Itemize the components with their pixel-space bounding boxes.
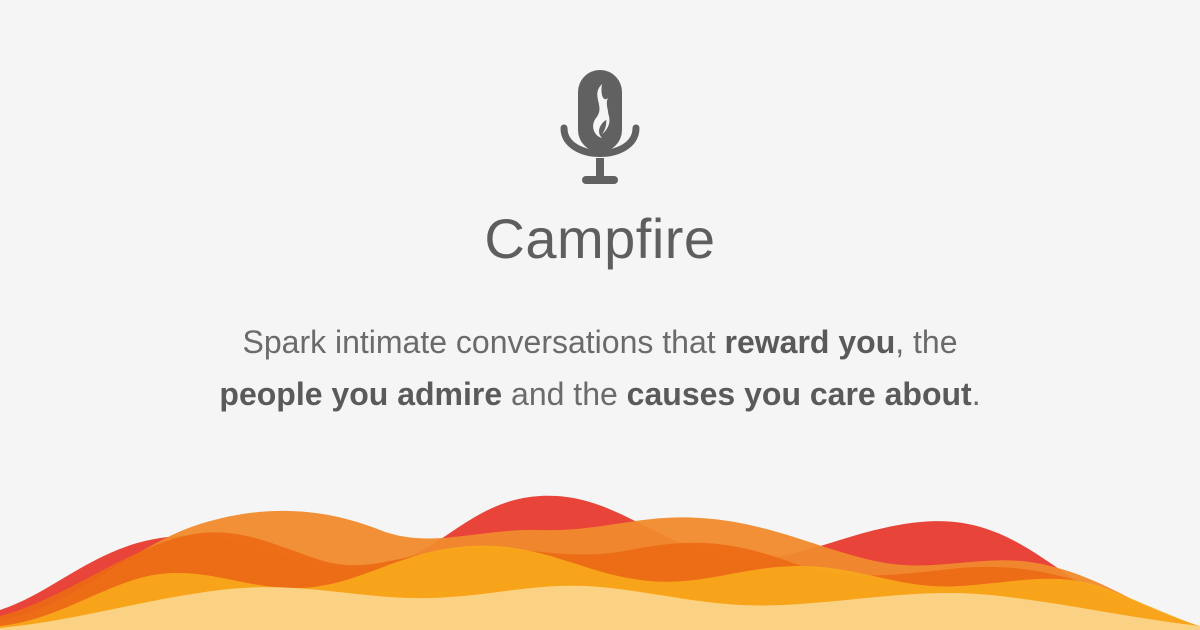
tagline: Spark intimate conversations that reward… — [150, 316, 1050, 420]
tagline-emphasis-causes: causes you care about — [626, 376, 972, 412]
tagline-emphasis-reward: reward you — [724, 324, 896, 360]
share-card: Campfire Spark intimate conversations th… — [0, 0, 1200, 630]
tagline-text: and the — [502, 376, 627, 412]
tagline-text: . — [971, 376, 981, 412]
brand-name: Campfire — [484, 207, 716, 270]
tagline-emphasis-people: people you admire — [219, 376, 503, 412]
microphone-flame-icon — [560, 70, 640, 184]
tagline-text: Spark intimate conversations that — [242, 324, 725, 360]
tagline-text: , the — [895, 324, 958, 360]
decorative-waves — [0, 495, 1200, 630]
